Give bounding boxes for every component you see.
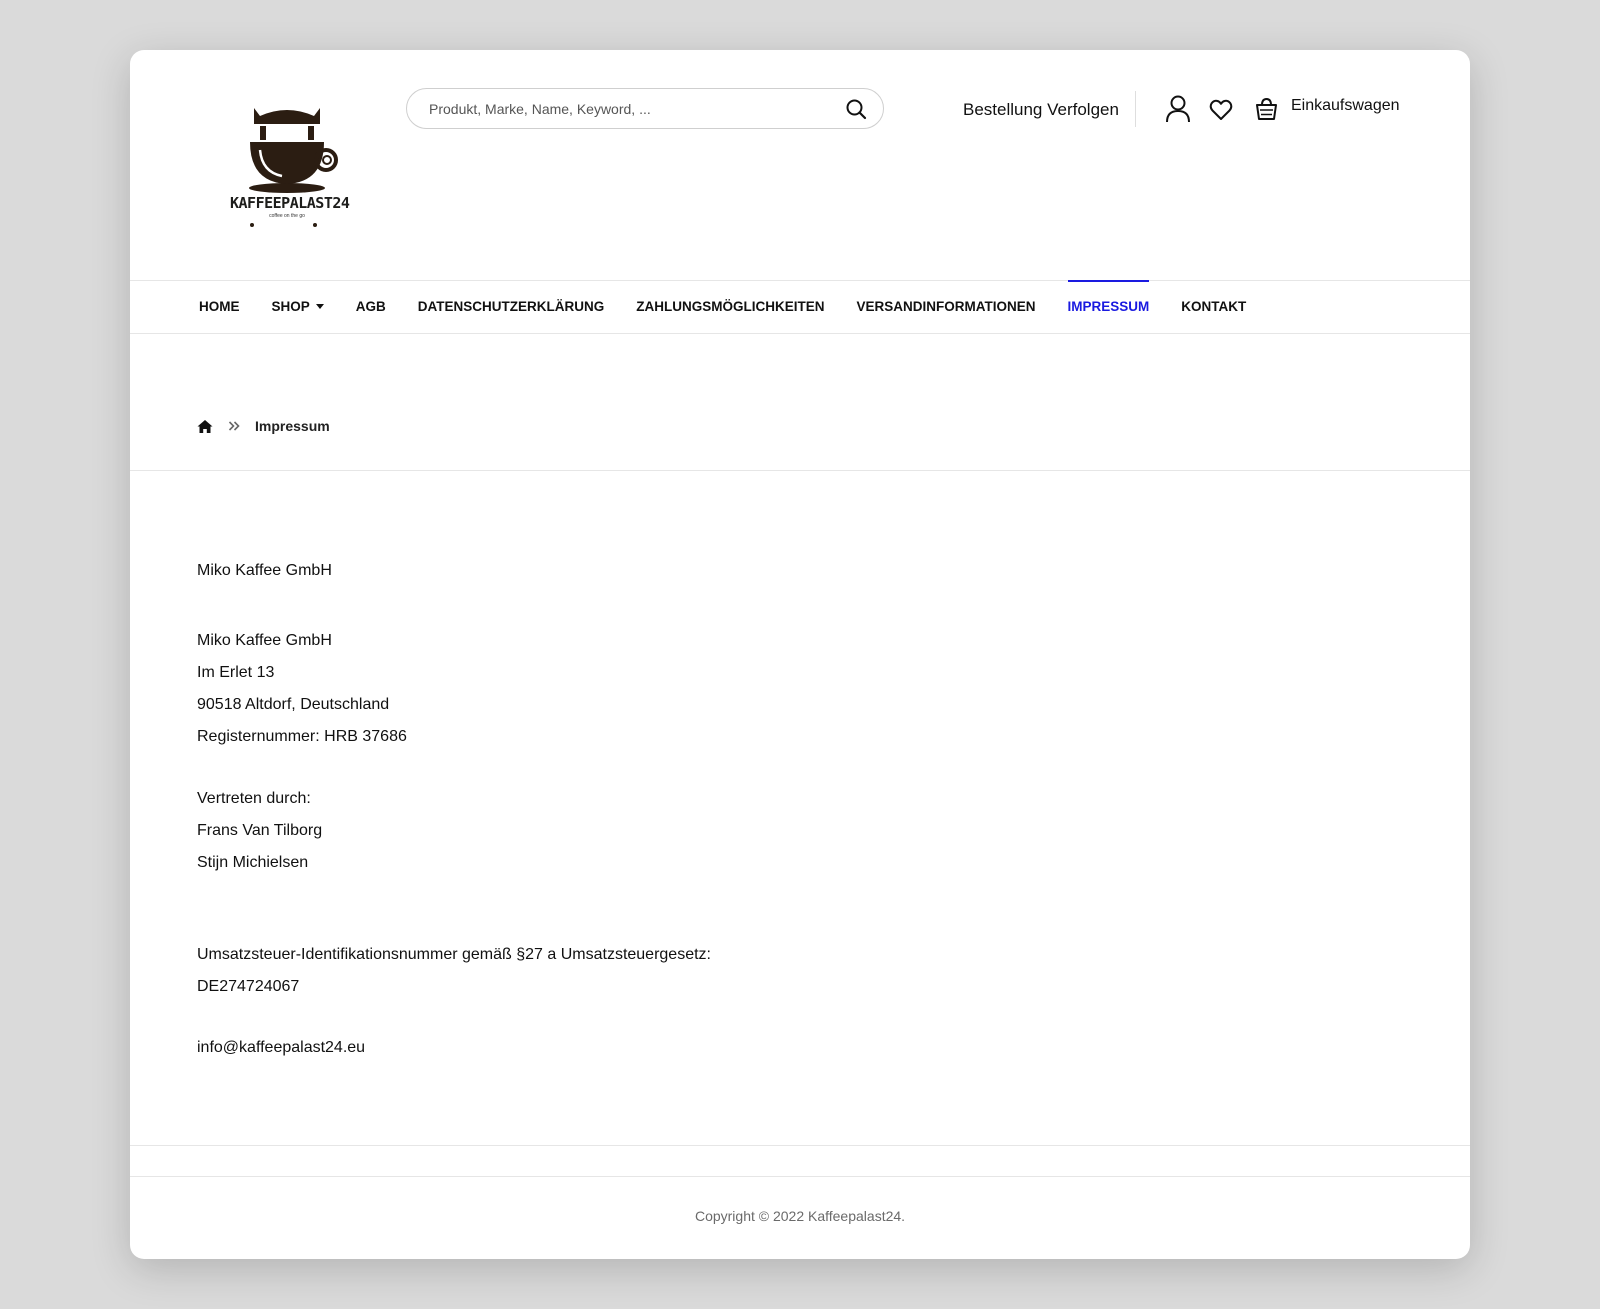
- double-chevron-right-icon: [228, 421, 240, 431]
- vat-number: DE274724067: [197, 978, 300, 995]
- impressum-content: Miko Kaffee GmbH Miko Kaffee GmbH Im Erl…: [130, 471, 1470, 1064]
- nav-item-agb[interactable]: AGB: [356, 281, 386, 333]
- copyright-text: Copyright © 2022 Kaffeepalast24.: [694, 1208, 906, 1224]
- wishlist-heart-icon[interactable]: [1209, 98, 1233, 122]
- breadcrumb: Impressum: [197, 418, 330, 434]
- representative-name: Stijn Michielsen: [197, 854, 309, 871]
- coffee-cup-logo-icon: [249, 108, 338, 193]
- nav-item-impressum[interactable]: IMPRESSUM: [1067, 280, 1150, 333]
- contact-email[interactable]: info@kaffeepalast24.eu: [197, 1032, 1470, 1064]
- caret-down-icon: [315, 303, 324, 309]
- address-line: Miko Kaffee GmbH: [197, 632, 332, 649]
- cart-label[interactable]: Einkaufswagen: [1291, 97, 1400, 115]
- user-account-icon[interactable]: [1165, 95, 1191, 123]
- nav-item-label: IMPRESSUM: [1067, 299, 1150, 314]
- nav-item-label: SHOP: [271, 299, 310, 314]
- address-line: 90518 Altdorf, Deutschland: [197, 696, 390, 713]
- logo-dots-icon: [250, 223, 317, 227]
- site-logo[interactable]: KAFFEEPALAST24 coffee on the go: [230, 102, 350, 232]
- nav-item-shop[interactable]: SHOP: [272, 281, 324, 333]
- nav-item-label: AGB: [355, 299, 386, 314]
- nav-item-kontakt[interactable]: KONTAKT: [1181, 281, 1246, 333]
- main-navigation: HOME SHOP AGB DATENSCHUTZERKLÄRUNG ZAHLU…: [130, 280, 1470, 334]
- logo-tagline: coffee on the go: [269, 213, 305, 219]
- nav-item-versand[interactable]: VERSANDINFORMATIONEN: [857, 281, 1036, 333]
- breadcrumb-current: Impressum: [255, 418, 330, 434]
- cart-basket-icon[interactable]: [1255, 97, 1278, 121]
- company-heading: Miko Kaffee GmbH: [197, 562, 332, 579]
- logo-text: KAFFEEPALAST24: [230, 194, 350, 212]
- nav-item-datenschutz[interactable]: DATENSCHUTZERKLÄRUNG: [418, 281, 605, 333]
- page-container: KAFFEEPALAST24 coffee on the go Bestellu…: [130, 50, 1470, 1259]
- nav-item-home[interactable]: HOME: [199, 281, 240, 333]
- address-line: Im Erlet 13: [197, 664, 275, 681]
- nav-item-label: ZAHLUNGSMÖGLICHKEITEN: [636, 299, 825, 314]
- breadcrumb-section: Impressum: [130, 334, 1470, 471]
- home-icon[interactable]: [197, 419, 213, 434]
- search-bar: [406, 88, 884, 129]
- representative-name: Frans Van Tilborg: [197, 822, 323, 839]
- nav-item-label: VERSANDINFORMATIONEN: [856, 299, 1036, 314]
- represented-label: Vertreten durch:: [197, 790, 311, 807]
- header-divider: [1135, 91, 1136, 127]
- search-input[interactable]: [427, 99, 831, 118]
- nav-item-label: HOME: [199, 299, 240, 314]
- search-icon[interactable]: [845, 98, 867, 120]
- footer-divider: [130, 1176, 1470, 1177]
- nav-item-zahlung[interactable]: ZAHLUNGSMÖGLICHKEITEN: [636, 281, 824, 333]
- nav-item-label: DATENSCHUTZERKLÄRUNG: [417, 299, 605, 314]
- footer-divider: [130, 1145, 1470, 1146]
- register-number: Registernummer: HRB 37686: [197, 728, 407, 745]
- nav-item-label: KONTAKT: [1181, 299, 1247, 314]
- site-header: KAFFEEPALAST24 coffee on the go Bestellu…: [130, 50, 1470, 281]
- vat-label: Umsatzsteuer-Identifikationsnummer gemäß…: [197, 946, 711, 963]
- track-order-link[interactable]: Bestellung Verfolgen: [963, 100, 1119, 120]
